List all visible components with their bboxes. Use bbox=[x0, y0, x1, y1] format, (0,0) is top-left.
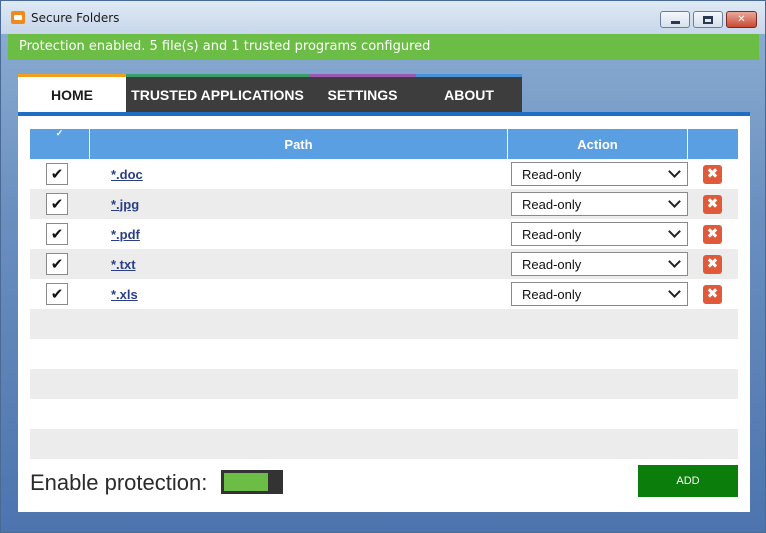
add-button[interactable]: ADD bbox=[638, 465, 738, 497]
close-icon: ✕ bbox=[737, 14, 746, 25]
row-path-cell: *.txt bbox=[90, 249, 508, 279]
row-path-cell: *.doc bbox=[90, 159, 508, 189]
path-link[interactable]: *.txt bbox=[111, 257, 136, 272]
row-check-cell: ✔ bbox=[30, 159, 90, 189]
empty-row bbox=[30, 309, 738, 339]
minimize-button[interactable] bbox=[660, 11, 690, 28]
action-select[interactable]: Read-only bbox=[511, 252, 688, 276]
empty-row bbox=[30, 369, 738, 399]
row-check-cell: ✔ bbox=[30, 189, 90, 219]
empty-row bbox=[30, 339, 738, 369]
row-check-cell: ✔ bbox=[30, 219, 90, 249]
chevron-down-icon bbox=[668, 255, 681, 268]
tab-home[interactable]: HOME bbox=[18, 74, 126, 112]
window-title: Secure Folders bbox=[31, 11, 120, 25]
row-action-cell: Read-only bbox=[508, 249, 688, 279]
action-select-value: Read-only bbox=[522, 256, 582, 272]
close-icon: ✖ bbox=[706, 196, 719, 212]
table-header: ✓ Path Action bbox=[30, 127, 738, 159]
row-path-cell: *.jpg bbox=[90, 189, 508, 219]
tab-trusted-applications[interactable]: TRUSTED APPLICATIONS bbox=[126, 74, 309, 112]
enable-protection-toggle[interactable] bbox=[221, 470, 283, 494]
empty-row bbox=[30, 399, 738, 429]
folder-lock-icon bbox=[11, 11, 25, 24]
action-select[interactable]: Read-only bbox=[511, 282, 688, 306]
row-action-cell: Read-only bbox=[508, 159, 688, 189]
path-link[interactable]: *.xls bbox=[111, 287, 138, 302]
delete-button[interactable]: ✖ bbox=[703, 224, 722, 244]
row-path-cell: *.pdf bbox=[90, 219, 508, 249]
path-link[interactable]: *.doc bbox=[111, 167, 143, 182]
action-select-value: Read-only bbox=[522, 226, 582, 242]
action-select-value: Read-only bbox=[522, 286, 582, 302]
row-checkbox[interactable]: ✔ bbox=[46, 223, 68, 245]
tab-about[interactable]: ABOUT bbox=[416, 74, 522, 112]
row-check-cell: ✔ bbox=[30, 249, 90, 279]
row-delete-cell: ✖ bbox=[688, 249, 738, 279]
close-icon: ✖ bbox=[706, 256, 719, 272]
table-row: ✔ *.txt Read-only ✖ bbox=[30, 249, 738, 279]
table-row: ✔ *.doc Read-only ✖ bbox=[30, 159, 738, 189]
toggle-on-indicator bbox=[224, 473, 268, 491]
path-column-header[interactable]: Path bbox=[90, 129, 508, 159]
maximize-icon bbox=[703, 15, 713, 24]
table-row: ✔ *.jpg Read-only ✖ bbox=[30, 189, 738, 219]
row-path-cell: *.xls bbox=[90, 279, 508, 309]
action-select-value: Read-only bbox=[522, 196, 582, 212]
close-icon: ✖ bbox=[706, 166, 719, 182]
maximize-button[interactable] bbox=[693, 11, 723, 28]
table-row: ✔ *.xls Read-only ✖ bbox=[30, 279, 738, 309]
chevron-down-icon bbox=[668, 165, 681, 178]
title-bar[interactable]: Secure Folders ✕ bbox=[1, 1, 765, 34]
tab-bar: HOME TRUSTED APPLICATIONS SETTINGS ABOUT bbox=[18, 74, 522, 112]
row-checkbox[interactable]: ✔ bbox=[46, 283, 68, 305]
delete-column-header bbox=[688, 129, 738, 159]
action-column-header[interactable]: Action bbox=[508, 129, 688, 159]
tab-settings[interactable]: SETTINGS bbox=[309, 74, 416, 112]
row-action-cell: Read-only bbox=[508, 279, 688, 309]
delete-button[interactable]: ✖ bbox=[703, 194, 722, 214]
row-delete-cell: ✖ bbox=[688, 219, 738, 249]
action-select[interactable]: Read-only bbox=[511, 192, 688, 216]
action-select-value: Read-only bbox=[522, 166, 582, 182]
app-window: Secure Folders ✕ Protection enabled. 5 f… bbox=[0, 0, 766, 533]
delete-button[interactable]: ✖ bbox=[703, 284, 722, 304]
sort-indicator-icon: ✓ bbox=[55, 127, 64, 138]
delete-button[interactable]: ✖ bbox=[703, 254, 722, 274]
minimize-icon bbox=[670, 21, 680, 24]
select-all-column-header[interactable]: ✓ bbox=[30, 127, 90, 159]
table-row: ✔ *.pdf Read-only ✖ bbox=[30, 219, 738, 249]
action-select[interactable]: Read-only bbox=[511, 222, 688, 246]
row-check-cell: ✔ bbox=[30, 279, 90, 309]
home-panel: ✓ Path Action ✔ *.doc Read-only ✖ ✔ *.jp… bbox=[18, 112, 750, 512]
row-checkbox[interactable]: ✔ bbox=[46, 163, 68, 185]
action-select[interactable]: Read-only bbox=[511, 162, 688, 186]
protected-files-table: ✓ Path Action ✔ *.doc Read-only ✖ ✔ *.jp… bbox=[30, 127, 738, 459]
enable-protection-label: Enable protection: bbox=[30, 470, 208, 495]
close-button[interactable]: ✕ bbox=[726, 11, 757, 28]
row-action-cell: Read-only bbox=[508, 189, 688, 219]
row-checkbox[interactable]: ✔ bbox=[46, 193, 68, 215]
row-checkbox[interactable]: ✔ bbox=[46, 253, 68, 275]
delete-button[interactable]: ✖ bbox=[703, 164, 722, 184]
chevron-down-icon bbox=[668, 225, 681, 238]
row-action-cell: Read-only bbox=[508, 219, 688, 249]
row-delete-cell: ✖ bbox=[688, 159, 738, 189]
status-banner: Protection enabled. 5 file(s) and 1 trus… bbox=[8, 34, 759, 60]
close-icon: ✖ bbox=[706, 226, 719, 242]
empty-row bbox=[30, 429, 738, 459]
row-delete-cell: ✖ bbox=[688, 189, 738, 219]
path-link[interactable]: *.pdf bbox=[111, 227, 140, 242]
chevron-down-icon bbox=[668, 195, 681, 208]
close-icon: ✖ bbox=[706, 286, 719, 302]
row-delete-cell: ✖ bbox=[688, 279, 738, 309]
path-link[interactable]: *.jpg bbox=[111, 197, 139, 212]
chevron-down-icon bbox=[668, 285, 681, 298]
